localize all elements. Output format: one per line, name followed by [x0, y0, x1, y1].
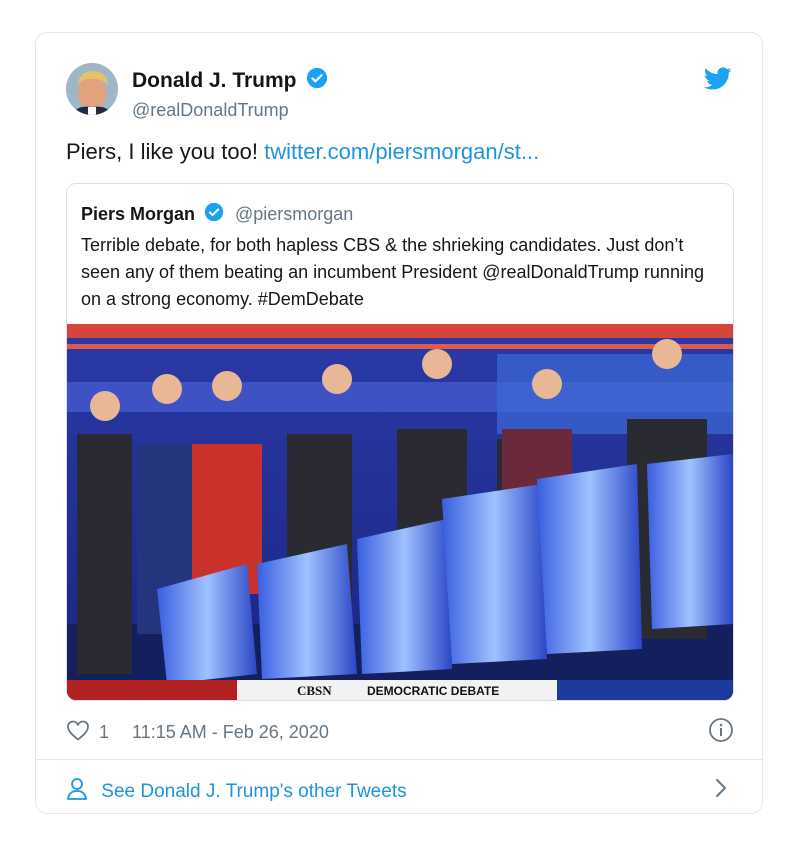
like-count[interactable]: 1 [99, 722, 109, 743]
quoted-tweet-image[interactable]: CBSN DEMOCRATIC DEBATE [67, 324, 733, 700]
quoted-tweet-text: Terrible debate, for both hapless CBS & … [81, 235, 704, 309]
author-handle[interactable]: @realDonaldTrump [132, 100, 328, 121]
quoted-handle[interactable]: @piersmorgan [235, 204, 353, 225]
user-icon [66, 777, 88, 807]
tweet-footer: 1 11:15 AM - Feb 26, 2020 [66, 719, 329, 746]
image-banner-text: DEMOCRATIC DEBATE [367, 684, 499, 698]
embedded-tweet-card: Donald J. Trump @realDonaldTrump Piers, … [35, 32, 763, 814]
info-icon[interactable] [708, 717, 734, 748]
see-more-label[interactable]: See Donald J. Trump's other Tweets [101, 781, 406, 803]
quoted-tweet[interactable]: Piers Morgan @piersmorgan Terrible debat… [66, 183, 734, 701]
quoted-tweet-header: Piers Morgan @piersmorgan [81, 202, 353, 227]
quoted-display-name[interactable]: Piers Morgan [81, 204, 195, 225]
tweet-timestamp[interactable]: 11:15 AM - Feb 26, 2020 [132, 722, 329, 743]
tweet-body: Piers, I like you too! [66, 139, 265, 164]
avatar[interactable] [66, 63, 118, 115]
chevron-right-icon[interactable] [714, 777, 728, 804]
twitter-bird-icon[interactable] [703, 67, 732, 96]
author-display-name[interactable]: Donald J. Trump [132, 69, 297, 93]
image-network-text: CBSN [297, 683, 332, 698]
tweet-text: Piers, I like you too! twitter.com/piers… [66, 139, 539, 165]
quoted-verified-badge-icon [204, 202, 224, 227]
author-info[interactable]: Donald J. Trump @realDonaldTrump [132, 67, 328, 121]
verified-badge-icon [306, 67, 328, 94]
heart-icon[interactable] [66, 719, 90, 746]
see-more-tweets-link[interactable]: See Donald J. Trump's other Tweets [66, 777, 407, 807]
divider [36, 759, 762, 760]
tweet-link[interactable]: twitter.com/piersmorgan/st... [264, 139, 539, 164]
